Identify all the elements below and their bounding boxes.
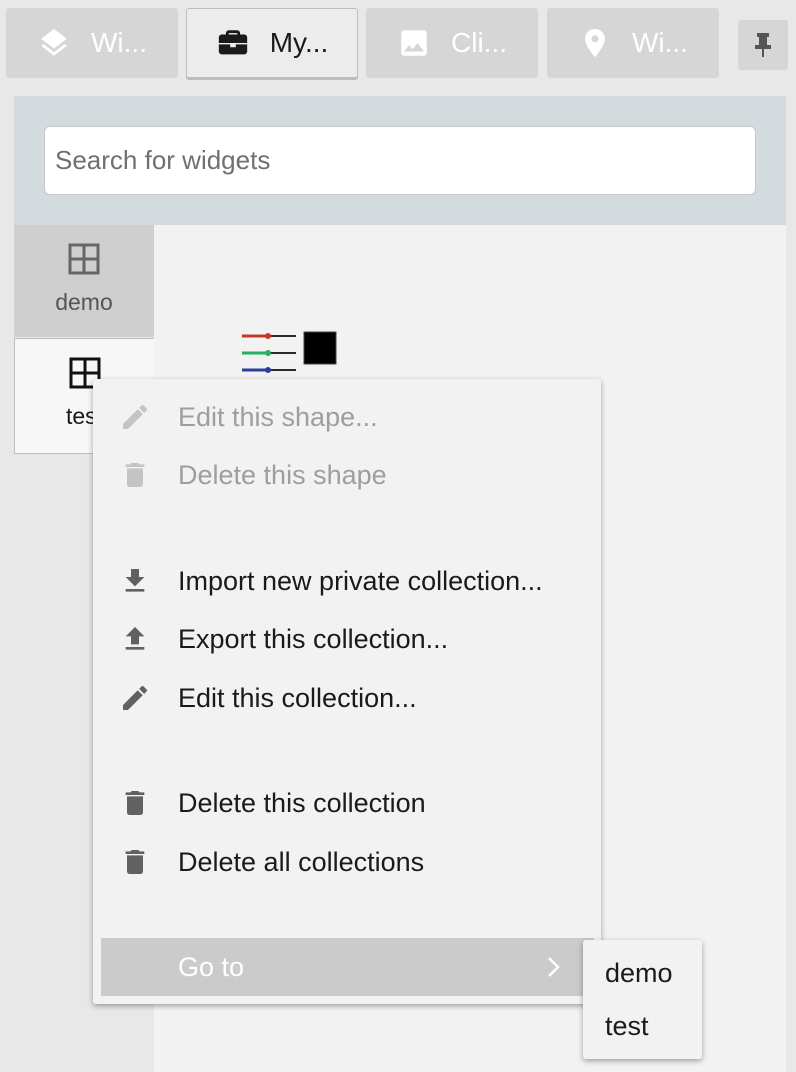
menu-item-edit-collection[interactable]: Edit this collection... [93,672,601,724]
grid-icon [68,243,100,275]
tab-widgets[interactable]: Wi... [6,8,178,78]
trash-icon [125,463,145,487]
context-menu: Edit this shape... Delete this shape Imp… [93,379,601,1004]
tab-label: Cli... [451,27,507,58]
tab-map-widgets[interactable]: Wi... [547,8,719,78]
download-icon [125,569,145,592]
tab-my-widgets[interactable]: My... [186,8,358,78]
trash-icon [125,791,145,815]
menu-item-delete-shape: Delete this shape [93,449,601,501]
menu-item-label: Delete this collection [178,787,426,818]
briefcase-icon [218,30,247,55]
pushpin-icon [755,33,771,57]
pencil-icon [123,685,147,710]
pin-button[interactable] [738,20,788,70]
menu-item-label: Delete this shape [178,459,387,490]
menu-item-label: Delete all collections [178,846,425,877]
tab-label: My... [269,27,329,58]
tab-label: Wi... [91,27,147,58]
collection-label: demo [55,289,113,315]
menu-item-edit-shape: Edit this shape... [93,391,601,443]
search-band [14,96,786,225]
menu-item-go-to[interactable]: Go to [101,938,594,996]
menu-item-label: Import new private collection... [178,565,543,596]
tab-clipart[interactable]: Cli... [366,8,538,78]
menu-item-export-collection[interactable]: Export this collection... [93,613,601,665]
go-to-submenu: demo test [583,940,702,1059]
search-input[interactable] [44,126,756,195]
menu-item-delete-all-collections[interactable]: Delete all collections [93,836,601,888]
pencil-icon [123,404,147,429]
upload-icon [125,627,145,650]
menu-item-label: Export this collection... [178,623,449,654]
menu-item-label: Edit this shape... [178,401,378,432]
menu-item-label: Edit this collection... [178,682,417,713]
submenu-item-test[interactable]: test [605,1011,649,1042]
chevron-right-icon [548,957,560,977]
rgb-sliders-icon[interactable] [240,330,340,380]
submenu-item-demo[interactable]: demo [605,958,673,989]
layers-icon [41,28,67,56]
tab-label: Wi... [632,27,688,58]
menu-item-delete-collection[interactable]: Delete this collection [93,777,601,829]
image-icon [401,30,427,56]
collection-demo[interactable]: demo [14,225,154,337]
map-pin-icon [585,28,605,58]
menu-item-import-collection[interactable]: Import new private collection... [93,555,601,607]
tab-bar: Wi... My... Cli... Wi... [0,0,796,86]
trash-icon [125,850,145,874]
page: Wi... My... Cli... Wi... Search for widg… [0,0,796,1072]
menu-item-label: Go to [178,951,245,982]
